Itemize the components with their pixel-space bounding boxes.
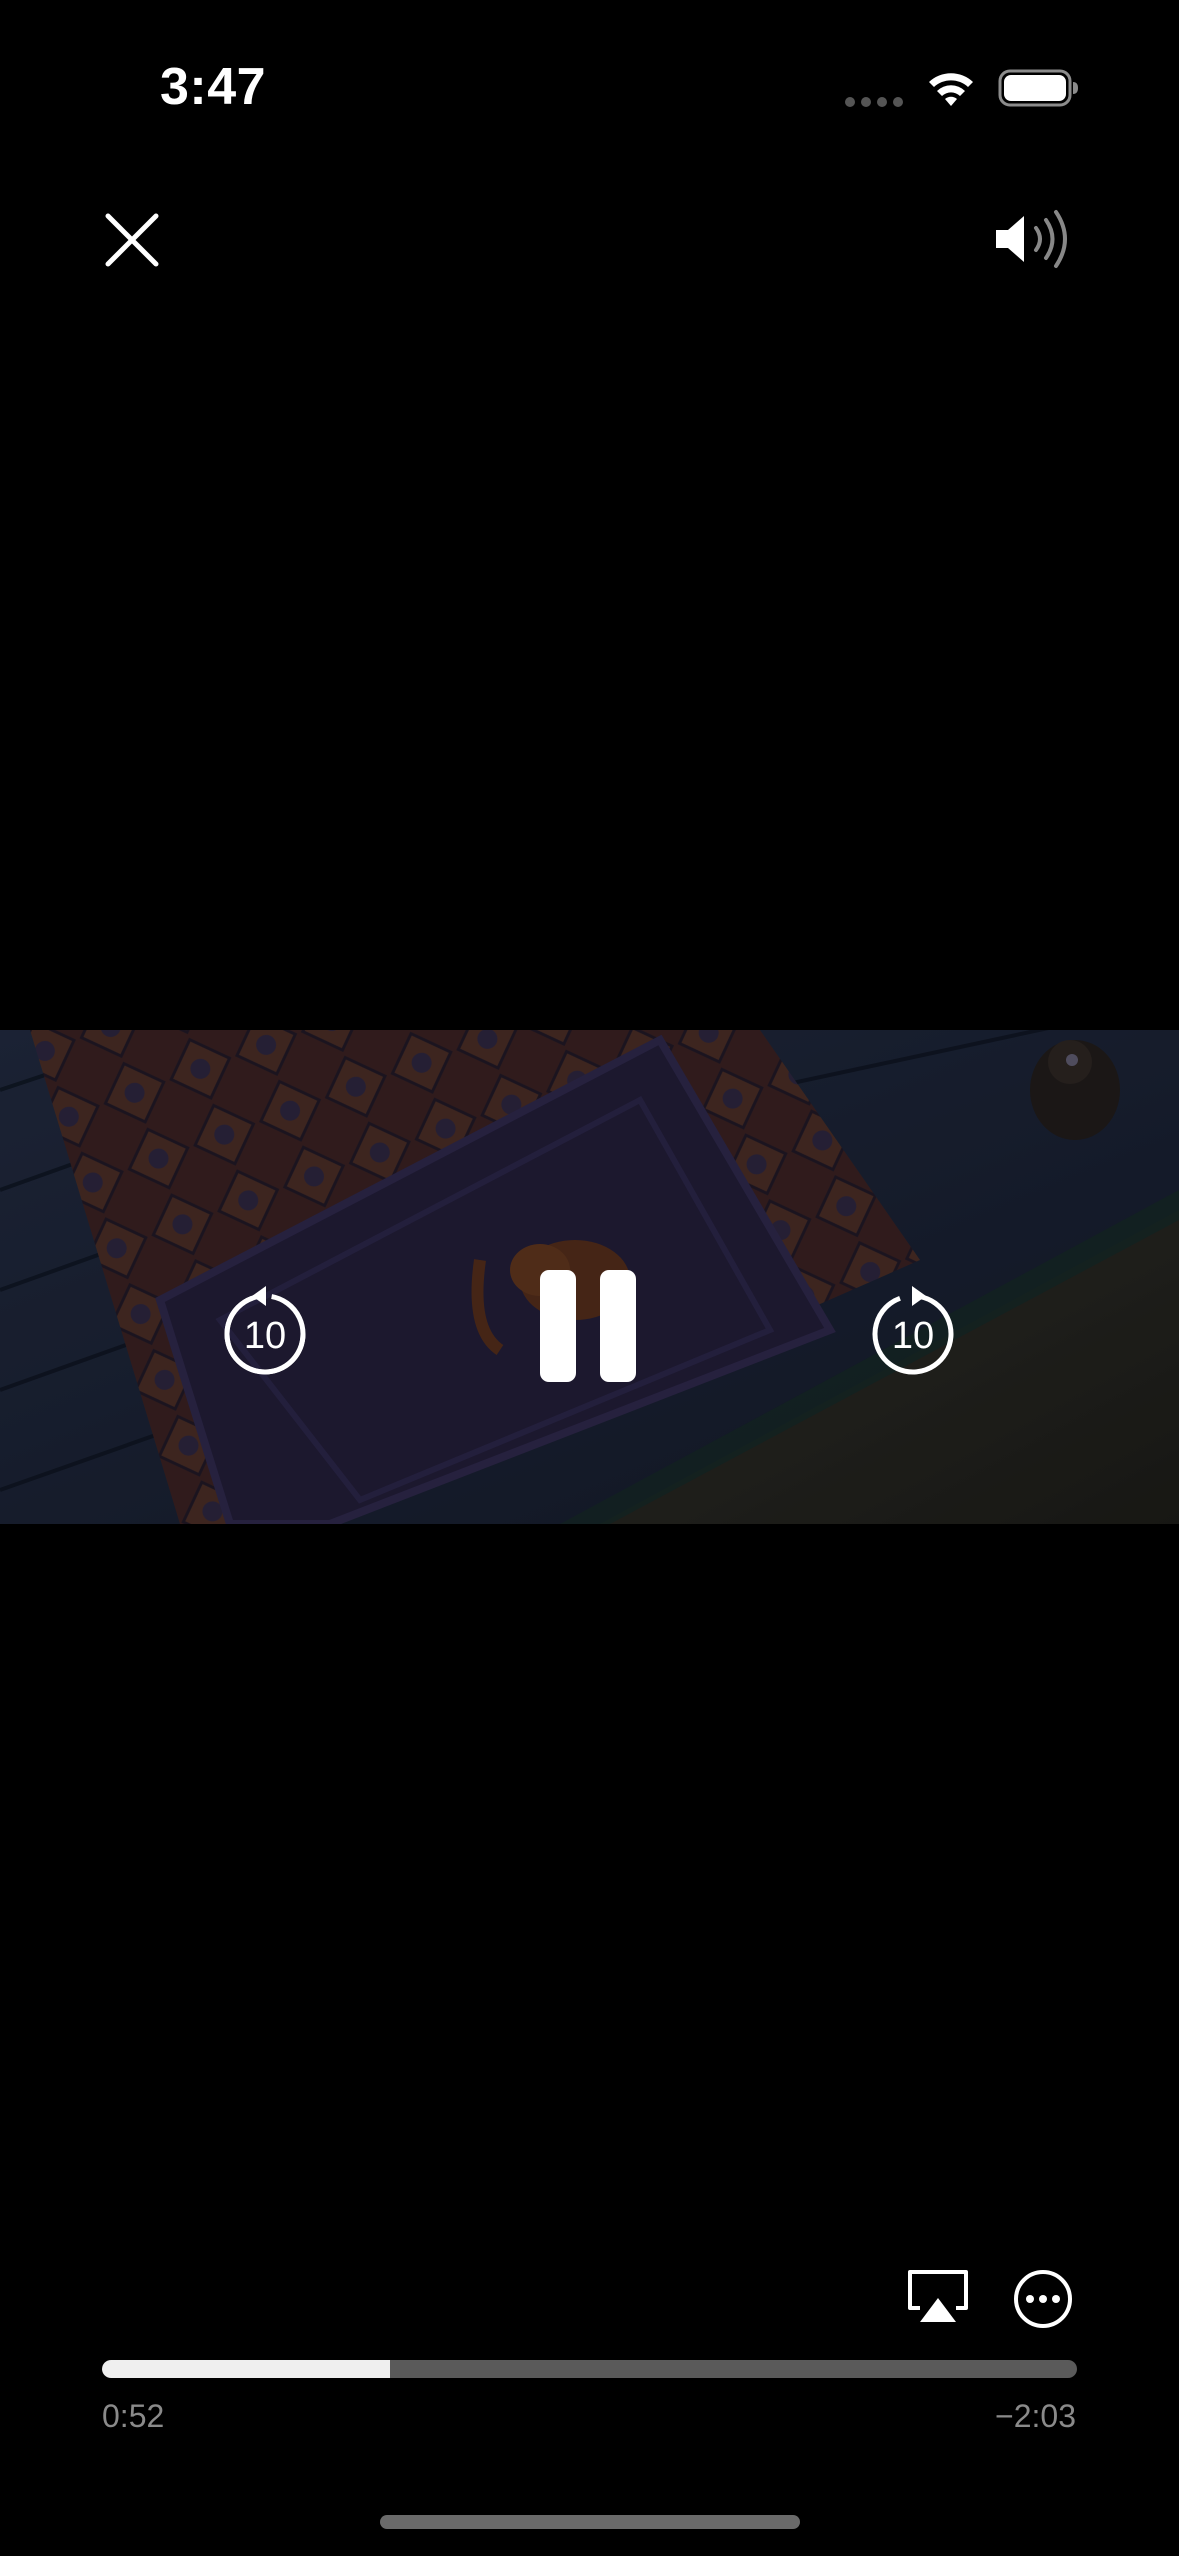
rewind-10-icon: 10 — [224, 1286, 306, 1375]
airplay-button[interactable] — [906, 2268, 970, 2326]
close-button[interactable] — [102, 210, 162, 270]
remaining-time: −2:03 — [995, 2398, 1076, 2434]
skip-back-seconds-label: 10 — [244, 1315, 286, 1357]
cellular-signal-icon — [845, 97, 903, 107]
airplay-icon — [908, 2270, 968, 2322]
skip-forward-10-button[interactable]: 10 — [866, 1278, 960, 1378]
playback-progress-fill — [102, 2360, 390, 2378]
pause-button[interactable] — [536, 1266, 640, 1386]
home-indicator[interactable] — [380, 2515, 800, 2529]
battery-icon — [998, 69, 1078, 107]
skip-forward-seconds-label: 10 — [892, 1315, 934, 1357]
status-time: 3:47 — [160, 58, 267, 116]
playback-progress-bar[interactable] — [102, 2360, 1077, 2378]
forward-10-icon: 10 — [872, 1286, 954, 1375]
skip-back-10-button[interactable]: 10 — [218, 1278, 312, 1378]
more-options-icon — [1014, 2270, 1072, 2328]
more-options-button[interactable] — [1012, 2268, 1074, 2330]
pause-icon — [540, 1270, 636, 1382]
speaker-volume-icon — [996, 210, 1067, 268]
volume-button[interactable] — [990, 206, 1076, 272]
wifi-icon — [929, 73, 973, 106]
elapsed-time: 0:52 — [102, 2398, 165, 2434]
